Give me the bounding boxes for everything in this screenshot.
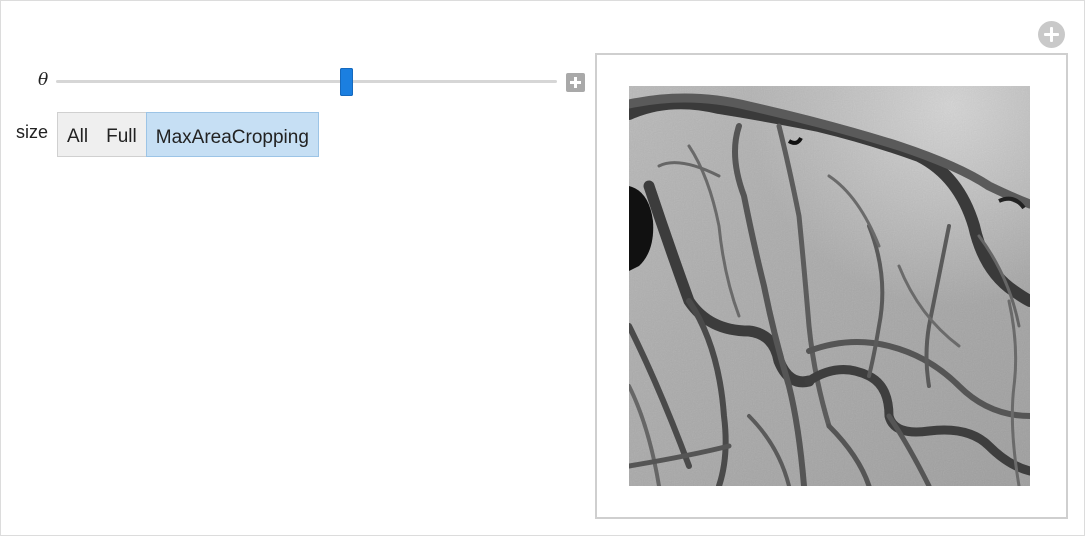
theta-slider-track[interactable]	[56, 80, 557, 83]
slider-expand-plus-icon[interactable]	[566, 73, 585, 92]
size-option-maxareacropping[interactable]: MaxAreaCropping	[145, 112, 319, 157]
theta-label: θ	[38, 70, 49, 90]
theta-slider-thumb[interactable]	[340, 68, 353, 96]
coronary-angiogram-image	[629, 86, 1030, 486]
size-setter-bar: All Full MaxAreaCropping	[57, 112, 319, 157]
size-option-full[interactable]: Full	[97, 113, 146, 156]
add-circle-icon[interactable]	[1038, 21, 1065, 48]
size-option-all[interactable]: All	[58, 113, 97, 156]
size-label: size	[16, 122, 49, 142]
